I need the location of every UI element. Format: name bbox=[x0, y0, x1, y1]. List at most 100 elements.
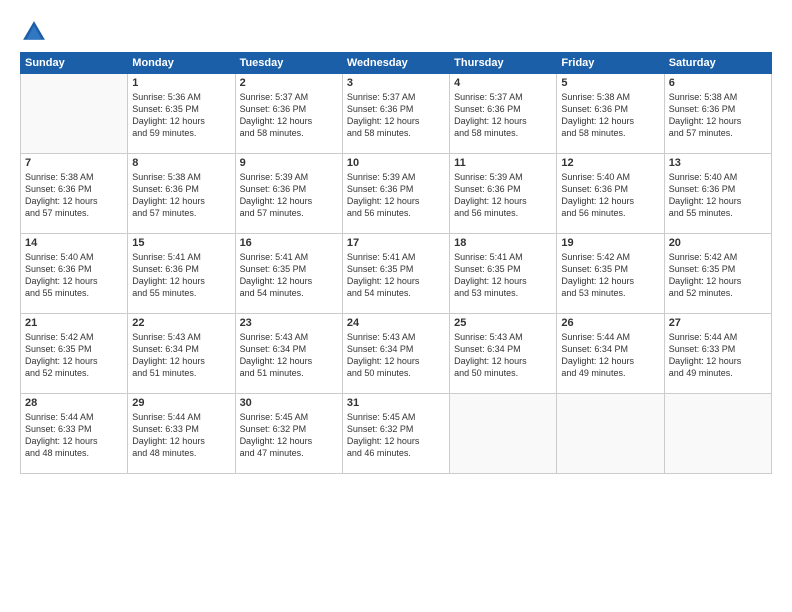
calendar-cell: 14 Sunrise: 5:40 AM Sunset: 6:36 PM Dayli… bbox=[21, 234, 128, 314]
calendar-cell: 13 Sunrise: 5:40 AM Sunset: 6:36 PM Dayli… bbox=[664, 154, 771, 234]
day-number: 14 bbox=[25, 237, 123, 249]
calendar-cell: 21 Sunrise: 5:42 AM Sunset: 6:35 PM Dayli… bbox=[21, 314, 128, 394]
weekday-header: Saturday bbox=[664, 53, 771, 74]
day-number: 2 bbox=[240, 77, 338, 89]
weekday-row: SundayMondayTuesdayWednesdayThursdayFrid… bbox=[21, 53, 772, 74]
day-info: Sunrise: 5:44 AM Sunset: 6:34 PM Dayligh… bbox=[561, 331, 659, 380]
day-info: Sunrise: 5:43 AM Sunset: 6:34 PM Dayligh… bbox=[240, 331, 338, 380]
day-number: 21 bbox=[25, 317, 123, 329]
day-number: 17 bbox=[347, 237, 445, 249]
calendar-cell: 12 Sunrise: 5:40 AM Sunset: 6:36 PM Dayli… bbox=[557, 154, 664, 234]
page: SundayMondayTuesdayWednesdayThursdayFrid… bbox=[0, 0, 792, 612]
calendar-cell: 27 Sunrise: 5:44 AM Sunset: 6:33 PM Dayli… bbox=[664, 314, 771, 394]
day-info: Sunrise: 5:40 AM Sunset: 6:36 PM Dayligh… bbox=[669, 171, 767, 220]
day-info: Sunrise: 5:39 AM Sunset: 6:36 PM Dayligh… bbox=[240, 171, 338, 220]
day-number: 20 bbox=[669, 237, 767, 249]
calendar-week-row: 1 Sunrise: 5:36 AM Sunset: 6:35 PM Daylig… bbox=[21, 74, 772, 154]
day-info: Sunrise: 5:40 AM Sunset: 6:36 PM Dayligh… bbox=[561, 171, 659, 220]
weekday-header: Tuesday bbox=[235, 53, 342, 74]
calendar-cell: 5 Sunrise: 5:38 AM Sunset: 6:36 PM Daylig… bbox=[557, 74, 664, 154]
calendar-cell: 25 Sunrise: 5:43 AM Sunset: 6:34 PM Dayli… bbox=[450, 314, 557, 394]
day-info: Sunrise: 5:38 AM Sunset: 6:36 PM Dayligh… bbox=[669, 91, 767, 140]
header bbox=[20, 18, 772, 46]
calendar-cell: 9 Sunrise: 5:39 AM Sunset: 6:36 PM Daylig… bbox=[235, 154, 342, 234]
day-number: 22 bbox=[132, 317, 230, 329]
day-info: Sunrise: 5:37 AM Sunset: 6:36 PM Dayligh… bbox=[240, 91, 338, 140]
calendar-week-row: 7 Sunrise: 5:38 AM Sunset: 6:36 PM Daylig… bbox=[21, 154, 772, 234]
calendar-cell: 28 Sunrise: 5:44 AM Sunset: 6:33 PM Dayli… bbox=[21, 394, 128, 474]
day-number: 12 bbox=[561, 157, 659, 169]
calendar-cell: 2 Sunrise: 5:37 AM Sunset: 6:36 PM Daylig… bbox=[235, 74, 342, 154]
day-info: Sunrise: 5:36 AM Sunset: 6:35 PM Dayligh… bbox=[132, 91, 230, 140]
calendar-cell bbox=[450, 394, 557, 474]
calendar-week-row: 28 Sunrise: 5:44 AM Sunset: 6:33 PM Dayli… bbox=[21, 394, 772, 474]
calendar-cell: 7 Sunrise: 5:38 AM Sunset: 6:36 PM Daylig… bbox=[21, 154, 128, 234]
calendar-cell: 30Sunrise: 5:45 AM Sunset: 6:32 PM Dayli… bbox=[235, 394, 342, 474]
day-info: Sunrise: 5:37 AM Sunset: 6:36 PM Dayligh… bbox=[454, 91, 552, 140]
day-number: 6 bbox=[669, 77, 767, 89]
day-info: Sunrise: 5:44 AM Sunset: 6:33 PM Dayligh… bbox=[132, 411, 230, 460]
day-number: 24 bbox=[347, 317, 445, 329]
day-number: 11 bbox=[454, 157, 552, 169]
calendar-cell bbox=[557, 394, 664, 474]
calendar-cell: 10Sunrise: 5:39 AM Sunset: 6:36 PM Dayli… bbox=[342, 154, 449, 234]
day-number: 16 bbox=[240, 237, 338, 249]
day-info: Sunrise: 5:45 AM Sunset: 6:32 PM Dayligh… bbox=[240, 411, 338, 460]
day-info: Sunrise: 5:41 AM Sunset: 6:36 PM Dayligh… bbox=[132, 251, 230, 300]
calendar-cell: 22 Sunrise: 5:43 AM Sunset: 6:34 PM Dayli… bbox=[128, 314, 235, 394]
day-number: 10 bbox=[347, 157, 445, 169]
day-info: Sunrise: 5:38 AM Sunset: 6:36 PM Dayligh… bbox=[25, 171, 123, 220]
calendar-body: 1 Sunrise: 5:36 AM Sunset: 6:35 PM Daylig… bbox=[21, 74, 772, 474]
calendar-cell: 17 Sunrise: 5:41 AM Sunset: 6:35 PM Dayli… bbox=[342, 234, 449, 314]
day-number: 18 bbox=[454, 237, 552, 249]
day-info: Sunrise: 5:40 AM Sunset: 6:36 PM Dayligh… bbox=[25, 251, 123, 300]
calendar-cell bbox=[21, 74, 128, 154]
day-number: 26 bbox=[561, 317, 659, 329]
day-info: Sunrise: 5:42 AM Sunset: 6:35 PM Dayligh… bbox=[669, 251, 767, 300]
calendar-cell: 24 Sunrise: 5:43 AM Sunset: 6:34 PM Dayli… bbox=[342, 314, 449, 394]
calendar-cell: 31Sunrise: 5:45 AM Sunset: 6:32 PM Dayli… bbox=[342, 394, 449, 474]
day-info: Sunrise: 5:43 AM Sunset: 6:34 PM Dayligh… bbox=[347, 331, 445, 380]
day-number: 25 bbox=[454, 317, 552, 329]
day-info: Sunrise: 5:44 AM Sunset: 6:33 PM Dayligh… bbox=[25, 411, 123, 460]
day-number: 27 bbox=[669, 317, 767, 329]
weekday-header: Wednesday bbox=[342, 53, 449, 74]
day-number: 3 bbox=[347, 77, 445, 89]
calendar-cell: 23 Sunrise: 5:43 AM Sunset: 6:34 PM Dayli… bbox=[235, 314, 342, 394]
day-number: 5 bbox=[561, 77, 659, 89]
day-info: Sunrise: 5:37 AM Sunset: 6:36 PM Dayligh… bbox=[347, 91, 445, 140]
calendar-cell: 16 Sunrise: 5:41 AM Sunset: 6:35 PM Dayli… bbox=[235, 234, 342, 314]
calendar-cell: 11 Sunrise: 5:39 AM Sunset: 6:36 PM Dayli… bbox=[450, 154, 557, 234]
calendar-cell: 6 Sunrise: 5:38 AM Sunset: 6:36 PM Daylig… bbox=[664, 74, 771, 154]
day-number: 13 bbox=[669, 157, 767, 169]
day-info: Sunrise: 5:39 AM Sunset: 6:36 PM Dayligh… bbox=[454, 171, 552, 220]
weekday-header: Friday bbox=[557, 53, 664, 74]
day-number: 8 bbox=[132, 157, 230, 169]
day-number: 23 bbox=[240, 317, 338, 329]
day-info: Sunrise: 5:38 AM Sunset: 6:36 PM Dayligh… bbox=[561, 91, 659, 140]
day-number: 7 bbox=[25, 157, 123, 169]
day-number: 1 bbox=[132, 77, 230, 89]
calendar-cell bbox=[664, 394, 771, 474]
calendar-cell: 1 Sunrise: 5:36 AM Sunset: 6:35 PM Daylig… bbox=[128, 74, 235, 154]
day-number: 31 bbox=[347, 397, 445, 409]
calendar-cell: 18 Sunrise: 5:41 AM Sunset: 6:35 PM Dayli… bbox=[450, 234, 557, 314]
day-info: Sunrise: 5:43 AM Sunset: 6:34 PM Dayligh… bbox=[132, 331, 230, 380]
day-info: Sunrise: 5:41 AM Sunset: 6:35 PM Dayligh… bbox=[347, 251, 445, 300]
day-info: Sunrise: 5:43 AM Sunset: 6:34 PM Dayligh… bbox=[454, 331, 552, 380]
weekday-header: Sunday bbox=[21, 53, 128, 74]
day-number: 15 bbox=[132, 237, 230, 249]
logo bbox=[20, 18, 52, 46]
day-info: Sunrise: 5:44 AM Sunset: 6:33 PM Dayligh… bbox=[669, 331, 767, 380]
calendar-cell: 20 Sunrise: 5:42 AM Sunset: 6:35 PM Dayli… bbox=[664, 234, 771, 314]
day-info: Sunrise: 5:42 AM Sunset: 6:35 PM Dayligh… bbox=[25, 331, 123, 380]
calendar-week-row: 14 Sunrise: 5:40 AM Sunset: 6:36 PM Dayli… bbox=[21, 234, 772, 314]
weekday-header: Monday bbox=[128, 53, 235, 74]
calendar-cell: 29 Sunrise: 5:44 AM Sunset: 6:33 PM Dayli… bbox=[128, 394, 235, 474]
calendar-cell: 4Sunrise: 5:37 AM Sunset: 6:36 PM Daylig… bbox=[450, 74, 557, 154]
day-number: 29 bbox=[132, 397, 230, 409]
day-info: Sunrise: 5:41 AM Sunset: 6:35 PM Dayligh… bbox=[240, 251, 338, 300]
day-number: 28 bbox=[25, 397, 123, 409]
day-info: Sunrise: 5:41 AM Sunset: 6:35 PM Dayligh… bbox=[454, 251, 552, 300]
day-number: 9 bbox=[240, 157, 338, 169]
